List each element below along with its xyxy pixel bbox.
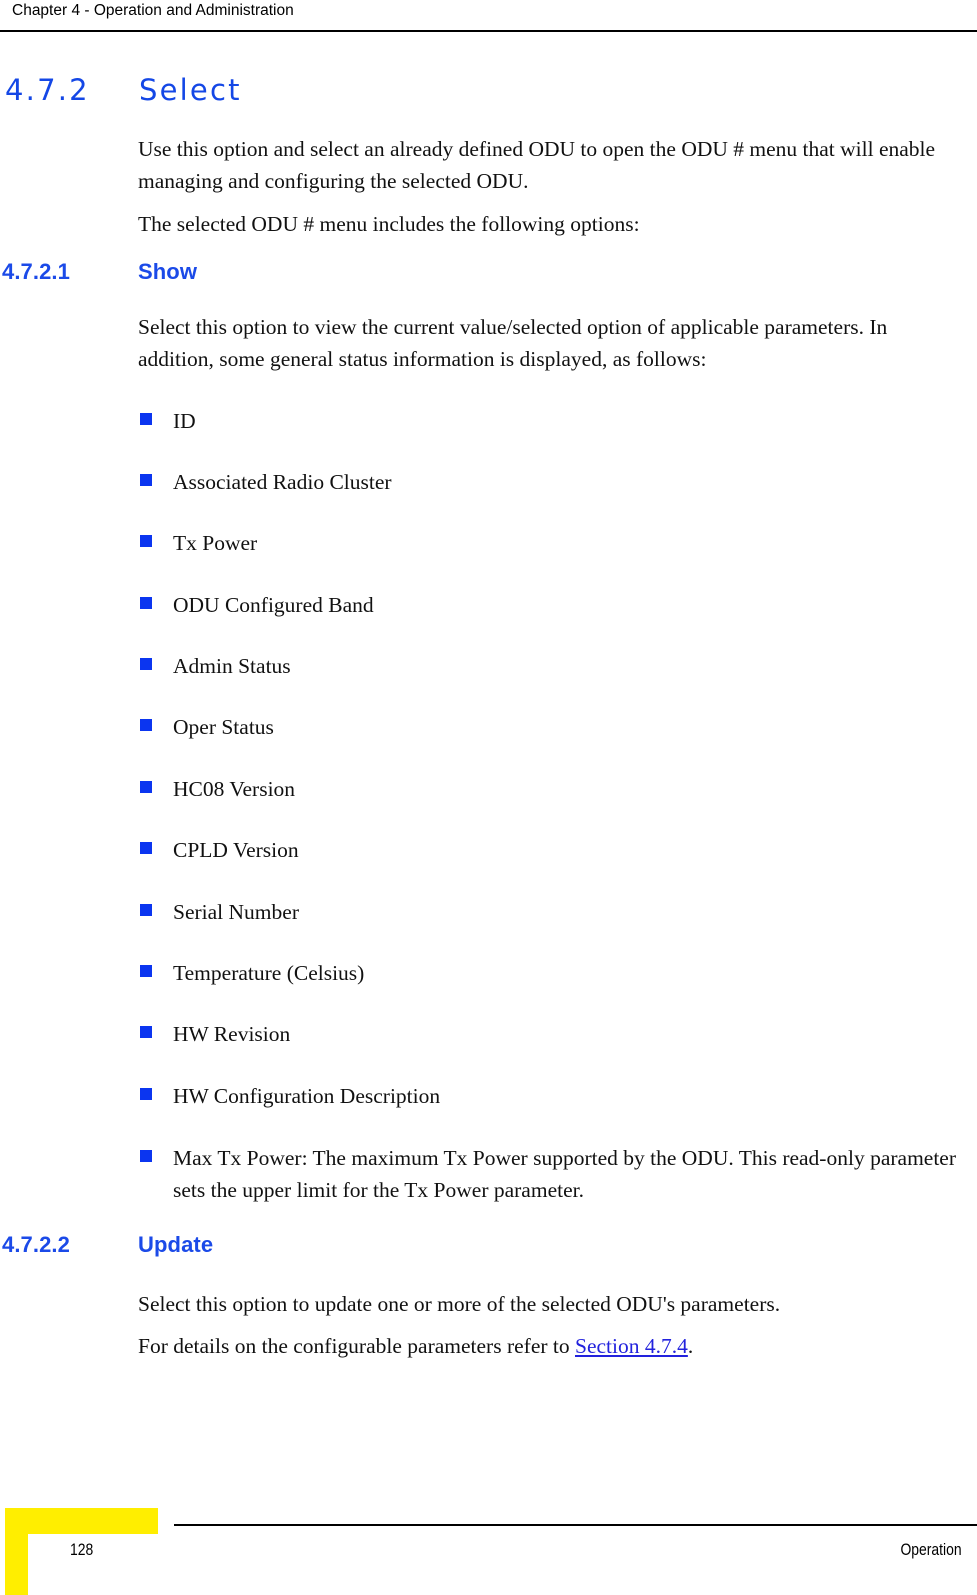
list-item-label: CPLD Version bbox=[173, 838, 299, 862]
subsection-update-title: Update bbox=[138, 1232, 214, 1257]
show-parameters-list: ID Associated Radio Cluster Tx Power ODU Co… bbox=[0, 0, 977, 1202]
document-page: Chapter 4 - Operation and Administration… bbox=[0, 0, 977, 1595]
square-bullet-icon bbox=[140, 904, 152, 916]
cross-reference-suffix: . bbox=[687, 1334, 694, 1358]
footer-section-label: Operation bbox=[900, 1540, 962, 1559]
square-bullet-icon bbox=[140, 535, 152, 547]
list-item: HC08 Version bbox=[140, 773, 962, 805]
square-bullet-icon bbox=[140, 1026, 152, 1038]
list-item: HW Revision bbox=[140, 1018, 962, 1050]
cross-reference-prefix: For details on the configurable paramete… bbox=[138, 1334, 575, 1358]
list-item: Tx Power bbox=[140, 527, 962, 559]
subsection-update-number: 4.7.2.2 bbox=[2, 1232, 70, 1257]
list-item-label: HW Revision bbox=[173, 1022, 291, 1046]
list-item-label: ID bbox=[173, 409, 196, 433]
square-bullet-icon bbox=[140, 658, 152, 670]
list-item-label: Temperature (Celsius) bbox=[173, 961, 365, 985]
list-item: ID bbox=[140, 405, 962, 437]
list-item: Max Tx Power: The maximum Tx Power suppo… bbox=[140, 1142, 962, 1206]
subsection-update-paragraph-2: For details on the configurable paramete… bbox=[138, 1330, 962, 1362]
footer-page-number: 128 bbox=[70, 1540, 94, 1559]
list-item-label: HC08 Version bbox=[173, 777, 296, 801]
subsection-heading-update: 4.7.2.2 Update bbox=[2, 1232, 962, 1258]
list-item-label: ODU Configured Band bbox=[173, 593, 374, 617]
list-item-label: Admin Status bbox=[173, 654, 291, 678]
square-bullet-icon bbox=[140, 597, 152, 609]
list-item: ODU Configured Band bbox=[140, 589, 962, 621]
square-bullet-icon bbox=[140, 1088, 152, 1100]
square-bullet-icon bbox=[140, 842, 152, 854]
list-item-label: Oper Status bbox=[173, 715, 274, 739]
list-item: Serial Number bbox=[140, 896, 962, 928]
list-item-label: Max Tx Power: The maximum Tx Power suppo… bbox=[173, 1146, 957, 1202]
list-item: HW Configuration Description bbox=[140, 1080, 962, 1112]
list-item-label: Associated Radio Cluster bbox=[173, 470, 392, 494]
square-bullet-icon bbox=[140, 1150, 152, 1162]
cross-reference-link[interactable]: Section 4.7.4 bbox=[575, 1334, 688, 1358]
subsection-update-paragraph-1: Select this option to update one or more… bbox=[138, 1292, 781, 1316]
square-bullet-icon bbox=[140, 965, 152, 977]
list-item-label: Tx Power bbox=[173, 531, 258, 555]
list-item-label: HW Configuration Description bbox=[173, 1084, 441, 1108]
list-item: Admin Status bbox=[140, 650, 962, 682]
list-item: CPLD Version bbox=[140, 834, 962, 866]
square-bullet-icon bbox=[140, 474, 152, 486]
list-item: Associated Radio Cluster bbox=[140, 466, 962, 498]
footer-corner-vertical-bar bbox=[5, 1508, 28, 1595]
square-bullet-icon bbox=[140, 781, 152, 793]
list-item: Temperature (Celsius) bbox=[140, 957, 962, 989]
footer-divider-rule bbox=[174, 1524, 977, 1526]
list-item: Oper Status bbox=[140, 711, 962, 743]
list-item-label: Serial Number bbox=[173, 900, 299, 924]
square-bullet-icon bbox=[140, 719, 152, 731]
square-bullet-icon bbox=[140, 413, 152, 425]
